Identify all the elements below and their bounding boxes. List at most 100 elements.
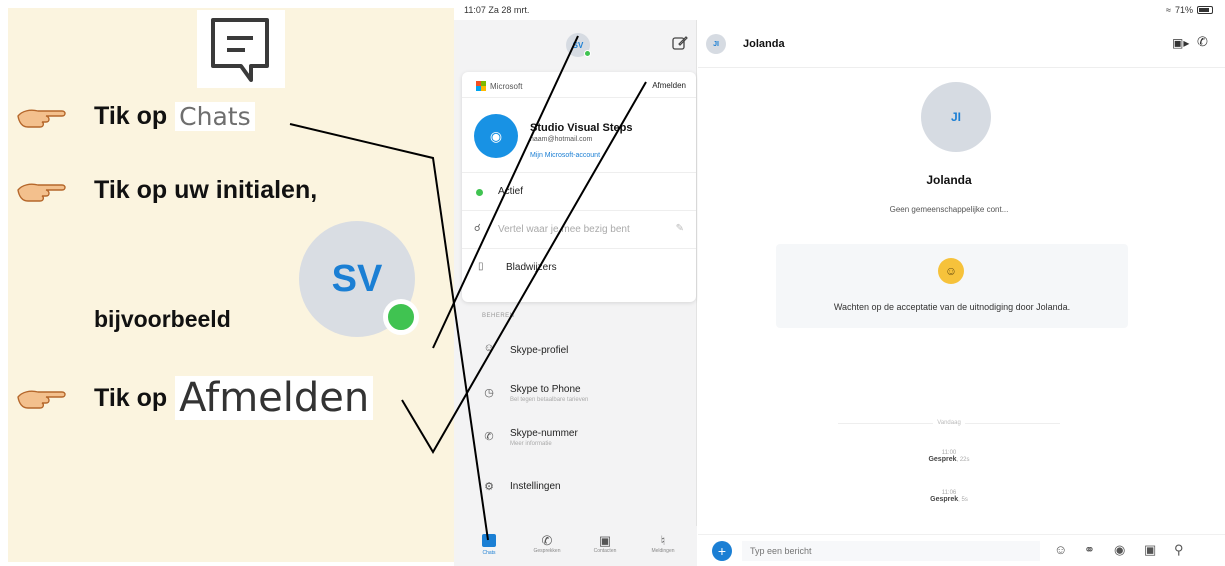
pointing-hand-icon [17,183,66,202]
mutual-contacts: Geen gemeenschappelijke cont... [889,205,1009,214]
instruction-step-chats: Tik op Chats [16,102,255,131]
tab-contacts[interactable]: ▣ Contacten [582,534,628,555]
tab-bar: Chats ✆ Gesprekken ▣ Contacten ♮ Melding… [454,526,697,566]
section-header: BEHEREN [482,313,515,319]
instruction-panel: Tik op Chats Tik op uw initialen, bijvoo… [8,8,454,562]
tab-notifications[interactable]: ♮ Meldingen [640,533,686,555]
instruction-step-initials: Tik op uw initialen, [16,176,317,205]
pointing-hand-icon [17,109,66,128]
invitation-pending-box: ☺ Wachten op de acceptatie van de uitnod… [776,244,1128,328]
sidebar: SV Microsoft Afmelden ◉ Studio Visual St… [454,20,697,566]
instruction-text: Tik op [94,102,168,130]
invitation-message: Wachten op de acceptatie van de uitnodig… [833,302,1071,312]
status-battery: ≈ 71% [1166,5,1213,15]
phone-credit-icon: ◷ [484,387,494,399]
sidebar-item-skype-to-phone[interactable]: ◷ Skype to Phone Bel tegen betaalbare ta… [454,376,697,412]
call-duration: 5s [961,497,968,503]
sidebar-item-bookmarks[interactable]: ▯ Bladwijzers [462,248,696,286]
sign-out-button[interactable]: Afmelden [652,81,686,90]
contact-avatar[interactable]: JI [706,34,726,54]
call-log-entry: 11:00 Gesprek, 22s [698,450,1200,463]
chats-label-chip: Chats [175,102,255,131]
active-status-icon [476,189,483,196]
chat-panel: JI Jolanda ▣▸ ✆ JI Jolanda Geen gemeensc… [698,20,1225,566]
contact-avatar-large[interactable]: JI [921,82,991,152]
image-icon[interactable]: ▣ [1144,542,1156,558]
bell-icon: ♮ [660,533,666,548]
emoji-icon[interactable]: ☺ [1054,542,1067,557]
battery-icon [1197,6,1213,14]
contact-name: Jolanda [926,173,972,187]
mood-message-placeholder: Vertel waar je mee bezig bent [498,224,630,235]
status-bar: 11:07 Za 28 mrt. ≈ 71% [454,0,1225,20]
profile-email: naam@hotmail.com [530,136,593,143]
tab-label: Contacten [593,548,617,554]
screenshot-stage: Tik op Chats Tik op uw initialen, bijvoo… [0,0,1225,566]
location-icon[interactable]: ⚲ [1174,542,1184,558]
tab-label: Chats [482,550,496,556]
message-input[interactable] [742,541,1040,561]
status-row[interactable]: Actief [462,172,696,210]
menu-item-subtitle: Bel tegen betaalbare tarieven [510,397,589,403]
account-menu-card: Microsoft Afmelden ◉ Studio Visual Steps… [462,72,696,302]
menu-item-label: Skype-nummer [510,428,578,439]
menu-item-label: Skype to Phone [510,384,581,395]
gear-icon: ⚙ [484,481,494,493]
instruction-example-text: bijvoorbeeld [94,306,231,333]
sidebar-item-settings[interactable]: ⚙ Instellingen [454,470,697,506]
instruction-text: Tik op [94,383,168,412]
pointing-hand-icon [17,390,66,409]
tab-chats[interactable]: Chats [466,534,512,556]
status-label: Actief [498,186,524,197]
sidebar-header: SV [454,20,697,68]
menu-item-label: Skype-profiel [510,345,569,356]
menu-item-label: Instellingen [510,481,561,492]
tab-label: Meldingen [651,548,675,554]
microsoft-label: Microsoft [490,82,523,91]
chat-icon [482,534,496,547]
microsoft-logo-icon [476,81,486,91]
online-status-dot [383,299,419,335]
instruction-text: Tik op uw initialen, [94,176,318,204]
profile-name: Studio Visual Steps [530,122,633,134]
phone-icon: ✆ [541,533,553,548]
call-duration: 22s [959,457,970,463]
chat-icon [197,10,285,88]
contact-name-header[interactable]: Jolanda [743,38,785,50]
person-icon: ☺ [483,342,495,354]
call-log-entry: 11:06 Gesprek, 5s [698,490,1200,503]
sidebar-item-skype-number[interactable]: ✆ Skype-nummer Meer informatie [454,420,697,456]
microphone-icon[interactable]: ⚭ [1084,542,1095,558]
tablet-screen: 11:07 Za 28 mrt. ≈ 71% SV Microsoft Afme… [454,0,1225,566]
compose-icon[interactable] [671,34,689,52]
megaphone-icon: ☌ [474,223,481,234]
instruction-text: bijvoorbeeld [94,306,231,332]
microsoft-row: Microsoft Afmelden [462,72,696,98]
bookmark-icon: ▯ [478,261,484,272]
message-composer: + ☺ ⚭ ◉ ▣ ⚲ [698,534,1225,566]
avatar-example: SV [291,215,421,345]
mood-message-row[interactable]: ☌ Vertel waar je mee bezig bent ✎ [462,210,696,248]
tab-label: Gesprekken [533,548,561,554]
phone-number-icon: ✆ [484,431,494,443]
add-content-button[interactable]: + [712,541,732,561]
call-icon[interactable]: ✆ [1197,34,1208,50]
sidebar-item-skype-profile[interactable]: ☺ Skype-profiel [454,332,697,368]
video-call-icon[interactable]: ▣▸ [1172,36,1189,50]
tab-calls[interactable]: ✆ Gesprekken [524,533,570,555]
call-label: Gesprek [928,456,957,463]
instruction-step-afmelden: Tik op Afmelden [16,376,374,420]
call-label: Gesprek [930,496,959,503]
menu-item-label: Bladwijzers [506,262,557,273]
microsoft-account-link[interactable]: Mijn Microsoft-account [530,152,600,159]
camera-icon[interactable]: ◉ [1114,542,1125,558]
chat-header: JI Jolanda ▣▸ ✆ [698,20,1225,68]
wifi-icon: ≈ [1166,5,1171,15]
camera-icon[interactable]: ◉ [474,114,518,158]
status-time: 11:07 Za 28 mrt. [464,5,530,15]
menu-item-subtitle: Meer informatie [510,441,552,447]
pencil-icon: ✎ [675,223,684,234]
online-status-dot [584,50,591,57]
afmelden-label-chip: Afmelden [175,376,374,420]
date-divider-label: Vandaag [698,420,1200,426]
